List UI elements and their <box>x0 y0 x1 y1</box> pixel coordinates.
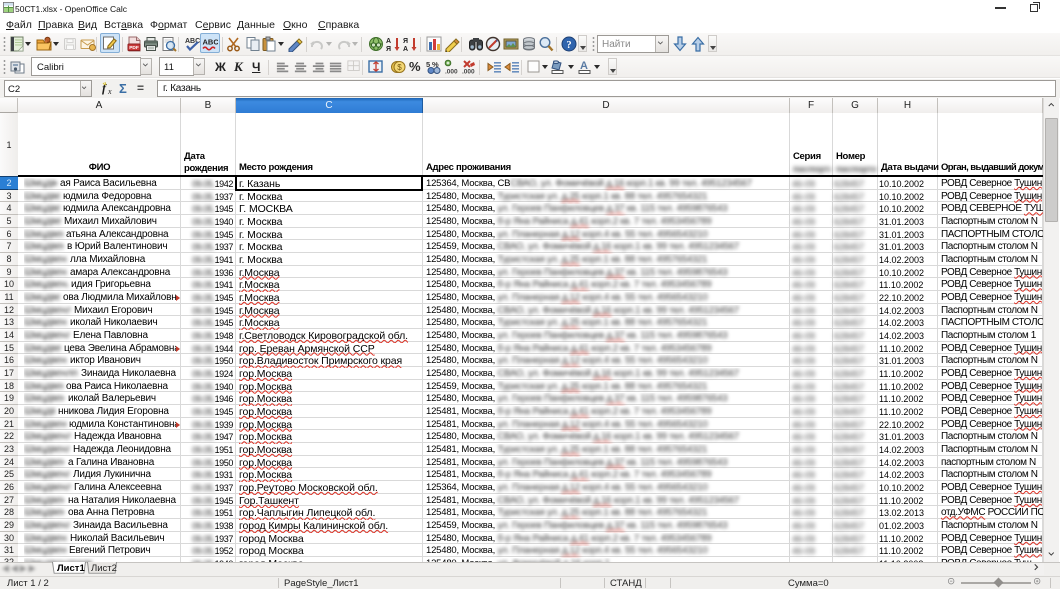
svg-text:Я: Я <box>403 38 408 45</box>
svg-text:А: А <box>403 46 408 52</box>
svg-text:$: $ <box>397 63 402 72</box>
svg-text:.000: .000 <box>445 69 458 76</box>
svg-text:f: f <box>102 81 107 95</box>
svg-text:?: ? <box>566 40 571 51</box>
svg-text:Я: Я <box>386 46 391 52</box>
svg-text:.000: .000 <box>462 69 475 76</box>
svg-text:PDF: PDF <box>129 45 139 51</box>
svg-text:ABC: ABC <box>203 38 219 47</box>
svg-text:А: А <box>386 38 391 45</box>
svg-text:ABC: ABC <box>185 38 200 45</box>
svg-text:x: x <box>107 87 112 96</box>
